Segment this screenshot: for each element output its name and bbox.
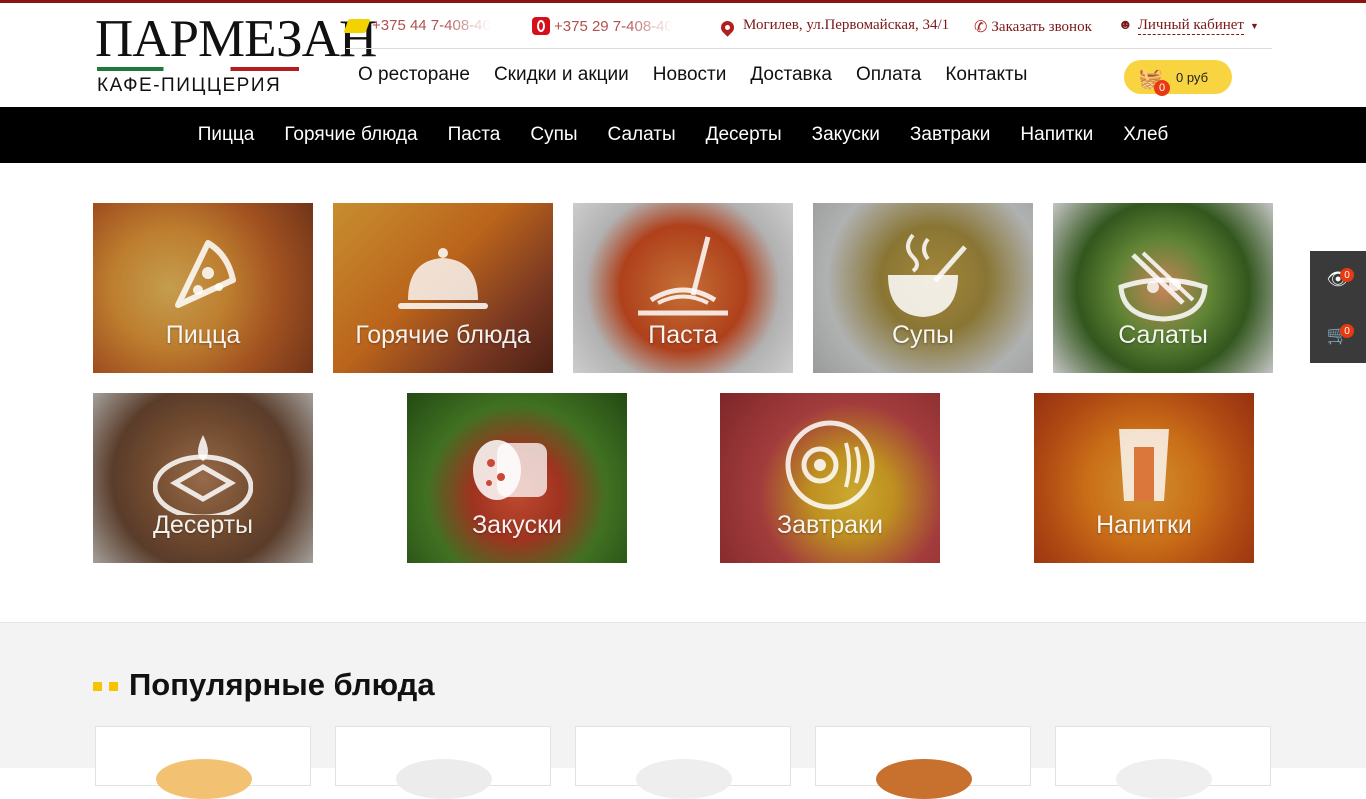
a1-operator-icon (532, 17, 550, 35)
account-label: Личный кабинет (1137, 17, 1244, 35)
category-label: Супы (891, 321, 955, 349)
category-tile-hot-dishes[interactable]: Горячие блюда (333, 203, 553, 373)
logo-flag-stripe (97, 67, 299, 71)
phone-mts[interactable]: +375 44 7-408-40 (343, 17, 491, 34)
menu-item-pasta[interactable]: Паста (433, 124, 516, 146)
viewed-items-button[interactable]: 👁 0 (1310, 251, 1366, 307)
callback-link[interactable]: ✆ Заказать звонок (974, 17, 1092, 37)
viewed-count-badge: 0 (1340, 268, 1354, 282)
callback-label: Заказать звонок (991, 18, 1092, 35)
top-nav: О ресторане Скидки и акции Новости Доста… (346, 63, 1039, 87)
top-nav-promotions[interactable]: Скидки и акции (482, 63, 641, 87)
menu-item-hot-dishes[interactable]: Горячие блюда (269, 124, 432, 146)
menu-item-breakfasts[interactable]: Завтраки (895, 124, 1005, 146)
category-tile-pizza[interactable]: Пицца (93, 203, 313, 373)
sausage-icon (473, 440, 547, 500)
menu-item-desserts[interactable]: Десерты (691, 124, 797, 146)
menu-item-pizza[interactable]: Пицца (183, 124, 270, 146)
header-divider (346, 48, 1272, 49)
top-nav-delivery[interactable]: Доставка (738, 63, 844, 87)
side-cart-count-badge: 0 (1340, 324, 1354, 338)
category-tile-pasta[interactable]: Паста (573, 203, 793, 373)
dish-card[interactable] (335, 726, 551, 799)
category-tile-soups[interactable]: Супы (813, 203, 1033, 373)
category-label: Десерты (152, 511, 253, 539)
logo[interactable]: ПАРМЕЗАН КАФЕ-ПИЦЦЕРИЯ (95, 13, 377, 97)
category-menu: Пицца Горячие блюда Паста Супы Салаты Де… (0, 107, 1366, 163)
popular-dishes-section: Популярные блюда (0, 622, 1366, 799)
category-tile-snacks[interactable]: Закуски (407, 393, 627, 563)
cart-button[interactable]: 🧺 0 0 руб (1124, 60, 1232, 96)
dish-card[interactable] (1055, 726, 1271, 799)
menu-item-salads[interactable]: Салаты (593, 124, 691, 146)
category-label: Салаты (1118, 321, 1208, 349)
cloche-icon (398, 248, 488, 309)
menu-item-drinks[interactable]: Напитки (1005, 124, 1108, 146)
category-label: Пицца (165, 321, 241, 349)
top-nav-contacts[interactable]: Контакты (933, 63, 1039, 87)
cart-count-badge: 0 (1154, 80, 1170, 96)
phone-icon: ✆ (974, 19, 988, 36)
category-label: Закуски (472, 511, 562, 539)
dish-image (636, 759, 732, 799)
category-label: Напитки (1096, 511, 1192, 539)
menu-item-bread[interactable]: Хлеб (1108, 124, 1183, 146)
site-header: ПАРМЕЗАН КАФЕ-ПИЦЦЕРИЯ +375 44 7-408-40 … (0, 3, 1366, 107)
logo-title: ПАРМЕЗАН (95, 10, 377, 68)
address: Могилев, ул.Первомайская, 34/1 (718, 17, 950, 37)
cake-slice-icon (153, 435, 253, 515)
category-tile-desserts[interactable]: Десерты (93, 393, 313, 563)
phone-a1-number: +375 29 7-408-40 (554, 17, 673, 35)
category-label: Паста (648, 321, 718, 349)
dish-card[interactable] (815, 726, 1031, 799)
pizza-slice-icon (175, 240, 236, 308)
phone-mts-number: +375 44 7-408-40 (372, 17, 491, 34)
address-text: Могилев, ул.Первомайская, 34/1 (743, 17, 950, 33)
category-tile-salads[interactable]: Салаты (1053, 203, 1273, 373)
category-label: Горячие блюда (355, 321, 531, 349)
dish-image (396, 759, 492, 799)
plate-egg-icon (785, 420, 875, 510)
category-tile-breakfasts[interactable]: Завтраки (720, 393, 940, 563)
cart-sum: 0 руб (1176, 70, 1209, 85)
top-nav-payment[interactable]: Оплата (844, 63, 933, 87)
section-title: Популярные блюда (129, 667, 435, 702)
mts-operator-icon (343, 18, 371, 33)
map-pin-icon (718, 18, 737, 37)
account-menu[interactable]: ☻ Личный кабинет ▼ (1118, 17, 1259, 35)
top-nav-news[interactable]: Новости (641, 63, 739, 87)
side-panel: 👁 0 🛒 0 (1310, 251, 1366, 363)
dish-image (876, 759, 972, 799)
soup-bowl-icon (888, 233, 967, 317)
category-tile-drinks[interactable]: Напитки (1034, 393, 1254, 563)
dish-image (156, 759, 252, 799)
salad-bowl-icon (1118, 251, 1208, 322)
menu-item-snacks[interactable]: Закуски (797, 124, 895, 146)
section-marker (93, 682, 118, 691)
pasta-fork-icon (638, 236, 728, 316)
dish-card[interactable] (575, 726, 791, 799)
caret-down-icon: ▼ (1249, 21, 1259, 31)
dish-image (1116, 759, 1212, 799)
side-cart-button[interactable]: 🛒 0 (1310, 307, 1366, 363)
dish-card[interactable] (95, 726, 311, 799)
menu-item-soups[interactable]: Супы (515, 124, 592, 146)
logo-subtitle: КАФЕ-ПИЦЦЕРИЯ (97, 75, 282, 96)
glass-icon (1119, 429, 1169, 501)
user-icon: ☻ (1118, 18, 1133, 33)
phone-a1[interactable]: +375 29 7-408-40 (532, 17, 673, 35)
top-nav-about[interactable]: О ресторане (346, 63, 482, 87)
category-label: Завтраки (777, 511, 883, 539)
header-contacts: +375 44 7-408-40 +375 29 7-408-40 Могиле… (343, 17, 1272, 41)
